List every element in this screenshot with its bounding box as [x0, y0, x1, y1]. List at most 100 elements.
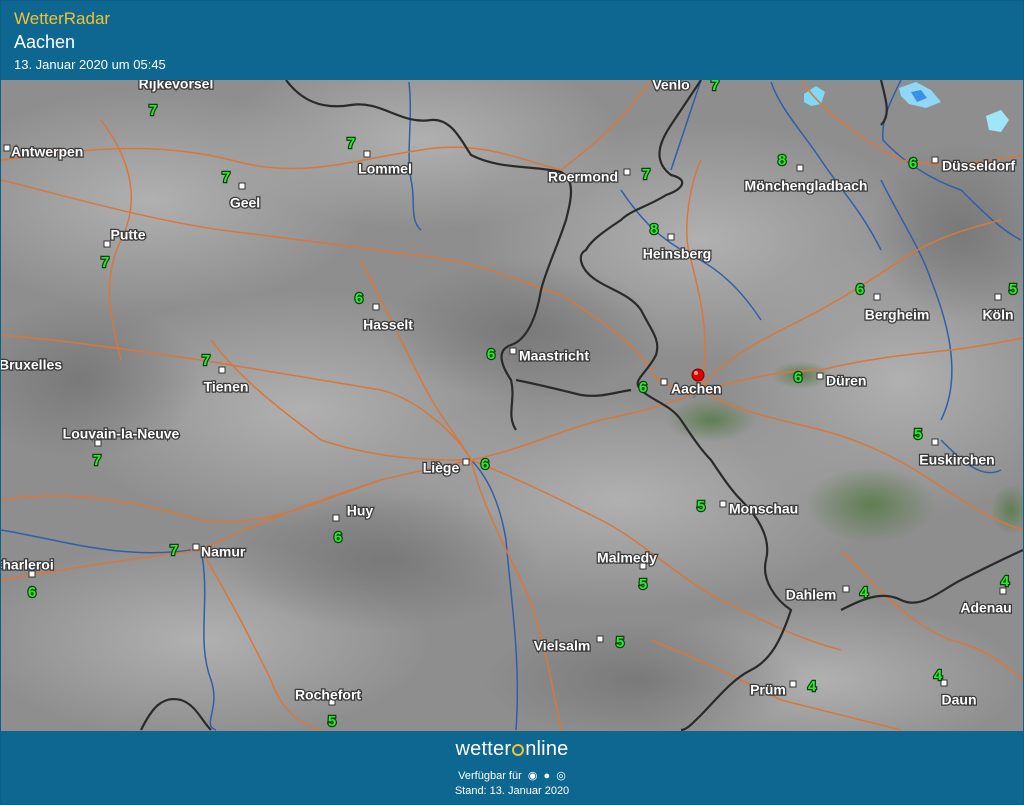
- city-dot: [3, 144, 11, 152]
- city-dahlem[interactable]: Dahlem 4: [784, 583, 870, 604]
- city-venlo[interactable]: Venlo 7: [651, 80, 720, 95]
- city-dot: [596, 635, 604, 643]
- city-label: Vielsalm: [534, 638, 591, 654]
- city-label: Charleroi: [1, 557, 54, 573]
- city-dot: [719, 500, 727, 508]
- city-label: Monschau: [729, 501, 798, 517]
- city-label: Putte: [111, 227, 146, 243]
- city-label: Geel: [230, 195, 260, 211]
- city-dot: [667, 233, 675, 241]
- city-dot: [238, 182, 246, 190]
- city-label: Mönchengladbach: [745, 178, 868, 194]
- city-label: Namur: [201, 544, 246, 560]
- temperature-value: 6: [487, 346, 495, 363]
- city-dot: [462, 458, 470, 466]
- app-title: WetterRadar: [14, 9, 111, 28]
- city-dot: [332, 514, 340, 522]
- city-dot: [623, 168, 631, 176]
- city-label: Düsseldorf: [942, 158, 1015, 174]
- temperature-value: 7: [170, 542, 178, 559]
- android-icon[interactable]: ◉: [528, 769, 538, 782]
- radar-echoes: [804, 82, 1009, 132]
- temperature-value: 7: [202, 352, 210, 369]
- temperature-value: 4: [1001, 573, 1010, 590]
- city-label: Louvain-la-Neuve: [63, 426, 180, 442]
- city-label: Adenau: [960, 600, 1011, 616]
- city-label: Rijkevorsel: [139, 80, 214, 92]
- city-label: Euskirchen: [919, 452, 994, 468]
- stand-text: Stand: 13. Januar 2020: [454, 785, 570, 797]
- city-label: Huy: [347, 503, 374, 519]
- available-row: Verfügbar für ◉ ● ◎: [1, 769, 1023, 782]
- city-dot: [103, 240, 111, 248]
- city-adenau[interactable]: Adenau 4: [959, 572, 1013, 617]
- city-label: Liège: [423, 460, 460, 476]
- city-antwerpen[interactable]: Antwerpen: [3, 142, 85, 161]
- temperature-value: 5: [639, 576, 647, 593]
- city-label: Venlo: [652, 80, 689, 93]
- city-label: Hasselt: [363, 317, 413, 333]
- city-dot: [192, 543, 200, 551]
- city-dot: [931, 438, 939, 446]
- city-dot: [873, 293, 881, 301]
- city-label: Lommel: [358, 161, 412, 177]
- city-label: Prüm: [750, 682, 786, 698]
- available-text: Verfügbar für: [458, 770, 522, 782]
- city-label: Roermond: [548, 169, 618, 185]
- city-label: Aachen: [671, 381, 722, 397]
- windows-icon[interactable]: ◎: [556, 769, 566, 782]
- city-dot: [816, 372, 824, 380]
- temperature-value: 6: [481, 456, 489, 473]
- city-dot: [931, 156, 939, 164]
- city-dot: [372, 303, 380, 311]
- temperature-value: 5: [1009, 281, 1017, 298]
- brand-left: wetter: [455, 738, 512, 760]
- temperature-value: 7: [222, 169, 230, 186]
- temperature-value: 6: [355, 290, 363, 307]
- city-label: Antwerpen: [11, 144, 83, 160]
- temperature-value: 5: [616, 634, 624, 651]
- apple-icon[interactable]: ●: [544, 770, 551, 782]
- temperature-value: 6: [856, 281, 864, 298]
- temperature-value: 4: [808, 678, 817, 695]
- map-canvas: Rijkevorsel7AntwerpenLommel7Geel7Putte7H…: [1, 80, 1023, 731]
- city-label: Malmedy: [597, 550, 657, 566]
- temperature-value: 4: [934, 667, 943, 684]
- temperature-value: 4: [860, 584, 869, 601]
- city-dot: [509, 347, 517, 355]
- city-dot: [796, 164, 804, 172]
- temperature-value: 7: [642, 166, 650, 183]
- radar-timestamp: 13. Januar 2020 um 05:45: [14, 57, 166, 72]
- city-dot: [218, 366, 226, 374]
- city-dot: [994, 293, 1002, 301]
- city-label: Düren: [826, 373, 866, 389]
- temperature-value: 6: [28, 584, 36, 601]
- temperature-value: 7: [149, 102, 157, 119]
- temperature-value: 7: [101, 254, 109, 271]
- temperature-value: 6: [639, 379, 647, 396]
- city-dot: [660, 378, 668, 386]
- app-frame: WetterRadar Aachen 13. Januar 2020 um 05…: [0, 0, 1024, 805]
- temperature-value: 7: [93, 452, 101, 469]
- city-dot: [842, 585, 850, 593]
- city-label: Heinsberg: [643, 246, 711, 262]
- city-label: Rochefort: [295, 687, 361, 703]
- temperature-value: 7: [711, 80, 719, 94]
- city-label: Bergheim: [865, 307, 930, 323]
- temperature-value: 7: [347, 135, 355, 152]
- temperature-value: 6: [909, 155, 917, 172]
- temperature-value: 8: [650, 221, 658, 238]
- temperature-value: 6: [334, 529, 342, 546]
- location-name: Aachen: [14, 32, 76, 52]
- city-bruxelles[interactable]: Bruxelles: [1, 355, 64, 374]
- city-label: Maastricht: [519, 348, 589, 364]
- brand-right: nline: [525, 738, 569, 760]
- footer-bar: wetter nline Verfügbar für ◉ ● ◎ Stand: 1…: [1, 731, 1023, 804]
- city-label: Daun: [942, 692, 977, 708]
- city-label: Köln: [982, 307, 1013, 323]
- radar-map[interactable]: Rijkevorsel 7 Antwerpen Lommel 7 Geel 7 Putte 7 H…: [1, 80, 1023, 731]
- header-bar: WetterRadar Aachen 13. Januar 2020 um 05…: [1, 1, 1023, 80]
- city-label: Tienen: [204, 379, 249, 395]
- temperature-value: 5: [697, 498, 705, 515]
- brand-logo[interactable]: wetter nline: [1, 738, 1023, 761]
